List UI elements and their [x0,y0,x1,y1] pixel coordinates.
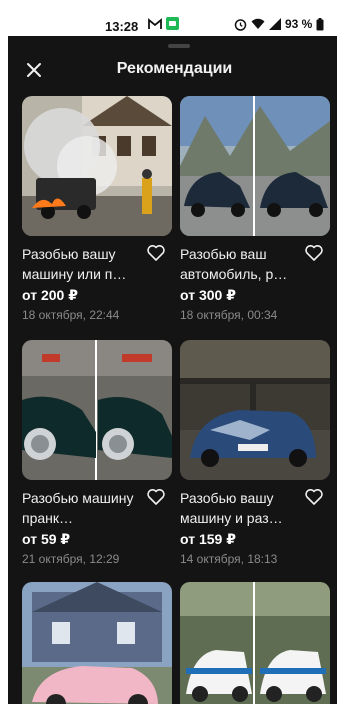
wifi-icon [251,18,265,29]
listing-date: 18 октября, 00:34 [180,308,278,322]
listing-date: 14 октября, 18:13 [180,552,278,566]
recommendations-sheet: Рекомендации Разобью вашу машину или п… … [8,36,337,704]
listing-title: Разобью машину пранк… [22,490,134,526]
listing-photo [180,340,330,480]
favorite-heart-icon[interactable] [304,243,324,263]
listing-photo [180,96,330,236]
favorite-heart-icon[interactable] [146,243,166,263]
listing-photo [22,340,172,480]
gmail-icon [148,17,162,29]
listing-date: 21 октября, 12:29 [22,552,120,566]
battery-icon [316,17,324,30]
listing-card[interactable] [180,582,330,704]
listing-photo [180,582,330,704]
listing-photo [22,96,172,236]
listing-price: от 200 ₽ [22,287,78,303]
listing-date: 18 октября, 22:44 [22,308,120,322]
listing-card[interactable]: Разобью ваш автомобиль, р… от 300 ₽ 18 о… [180,96,330,323]
listing-price: от 159 ₽ [180,531,236,547]
listing-title: Разобью вашу машину или п… [22,246,127,282]
signal-icon [269,18,281,30]
listing-card[interactable]: Разобью вашу машину или п… от 200 ₽ 18 о… [22,96,172,323]
recommendations-grid: Разобью вашу машину или п… от 200 ₽ 18 о… [8,36,337,704]
battery-percent: 93 % [285,17,313,31]
listing-title: Разобью вашу машину и раз… [180,490,283,526]
listing-card[interactable] [22,582,172,704]
app-screen: 13:28 93 % Рекомендации Разобью вашу маш… [8,0,337,704]
listing-card[interactable]: Разобью машину пранк… от 59 ₽ 21 октября… [22,340,172,567]
messenger-app-icon [166,17,179,30]
favorite-heart-icon[interactable] [304,487,324,507]
listing-card[interactable]: Разобью вашу машину и раз… от 159 ₽ 14 о… [180,340,330,567]
listing-price: от 59 ₽ [22,531,71,547]
listing-photo [22,582,172,704]
alarm-icon [234,18,247,31]
listing-title: Разобью ваш автомобиль, р… [180,246,288,282]
status-bar: 13:28 93 % [8,0,337,36]
listing-price: от 300 ₽ [180,287,236,303]
status-time: 13:28 [105,19,139,34]
favorite-heart-icon[interactable] [146,487,166,507]
